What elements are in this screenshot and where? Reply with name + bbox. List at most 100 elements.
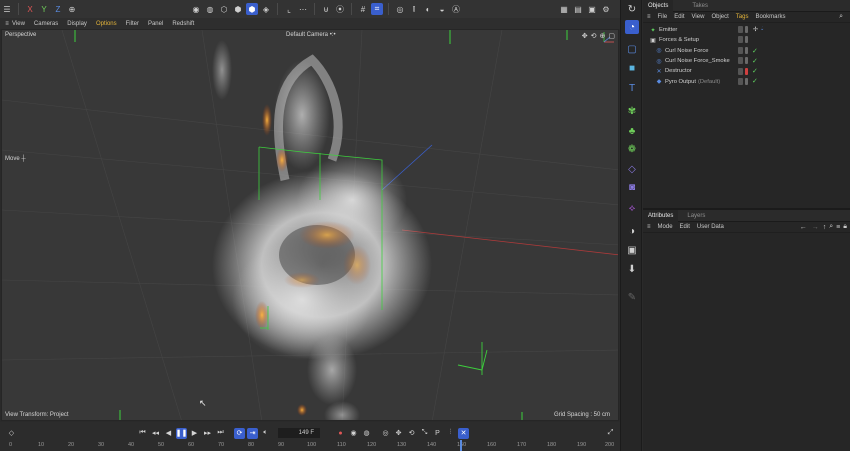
- next-key-button[interactable]: ▸▸: [202, 428, 213, 439]
- maximize-view-icon[interactable]: ▢: [608, 32, 615, 40]
- zoom-icon[interactable]: ⊕: [600, 32, 606, 40]
- 3d-viewport[interactable]: Perspective Default Camera •:• ✥ ⟲ ⊕ ▢ M…: [1, 29, 619, 421]
- workplane-icon[interactable]: ◎: [394, 3, 406, 15]
- render-flag[interactable]: [745, 77, 748, 85]
- render-flag[interactable]: [745, 67, 748, 75]
- snap-icon[interactable]: ⌗: [371, 3, 383, 15]
- tag-icon[interactable]: ✢: [753, 26, 758, 33]
- autokey-button[interactable]: ◉: [348, 428, 359, 439]
- objects-menu-icon[interactable]: ≡: [647, 14, 651, 20]
- key-position-icon[interactable]: ✥: [393, 428, 404, 439]
- objects-menu-bookmarks[interactable]: Bookmarks: [755, 14, 785, 20]
- key-selection-button[interactable]: ◍: [361, 428, 372, 439]
- key-rotation-icon[interactable]: ⟲: [406, 428, 417, 439]
- menu-cameras[interactable]: Cameras: [34, 21, 58, 27]
- quantize-icon[interactable]: ◐: [422, 3, 434, 15]
- symmetry-icon[interactable]: ⫾: [408, 3, 420, 15]
- key-parameter-icon[interactable]: P: [432, 428, 443, 439]
- attributes-menu-user-data[interactable]: User Data: [697, 224, 724, 230]
- generator-icon[interactable]: ✾: [625, 104, 639, 118]
- go-to-start-button[interactable]: ⏮: [137, 428, 148, 439]
- pyro-tag-icon[interactable]: 💧︎: [761, 26, 763, 33]
- attributes-menu-icon[interactable]: ≡: [647, 224, 651, 230]
- model-mode-icon[interactable]: ◉: [190, 3, 202, 15]
- previous-frame-button[interactable]: ◀: [163, 428, 174, 439]
- redshift-icon[interactable]: Ⓐ: [450, 3, 462, 15]
- visibility-flag[interactable]: [738, 47, 743, 55]
- objects-menu-edit[interactable]: Edit: [674, 14, 684, 20]
- visibility-flag[interactable]: [738, 36, 743, 44]
- render-picture-viewer-icon[interactable]: ▣: [586, 3, 598, 15]
- x-axis-lock-button[interactable]: X: [24, 3, 36, 15]
- pen-tool-icon[interactable]: ✎: [625, 290, 639, 304]
- z-axis-lock-button[interactable]: Z: [52, 3, 64, 15]
- soft-selection-icon[interactable]: ⦿: [334, 3, 346, 15]
- viewport-menu-icon[interactable]: ≡: [3, 20, 11, 28]
- simulation-icon[interactable]: ⟡: [625, 201, 639, 215]
- text-spline-icon[interactable]: T: [625, 81, 639, 95]
- object-row-curl-noise-force-smoke[interactable]: ◎ Curl Noise Force_Smoke ✓: [643, 56, 850, 66]
- menu-options[interactable]: Options: [96, 21, 117, 27]
- tab-objects[interactable]: Objects: [643, 0, 674, 12]
- y-axis-lock-button[interactable]: Y: [38, 3, 50, 15]
- light-icon[interactable]: ⬇: [625, 262, 639, 276]
- cube-icon[interactable]: ▢: [625, 42, 639, 56]
- uv-mode-icon[interactable]: ◈: [260, 3, 272, 15]
- visibility-flag[interactable]: [738, 26, 743, 33]
- current-frame-field[interactable]: 149 F: [278, 428, 320, 438]
- volume-icon[interactable]: ❁: [625, 142, 639, 156]
- undo-icon[interactable]: ↻: [625, 2, 639, 16]
- pan-icon[interactable]: ✥: [582, 32, 588, 40]
- render-active-icon[interactable]: ▤: [572, 3, 584, 15]
- edges-mode-icon[interactable]: ⬢: [232, 3, 244, 15]
- world-space-icon[interactable]: ⊕: [66, 3, 78, 15]
- object-row-pyro-output[interactable]: ◆ Pyro Output (Default) ✓: [643, 76, 850, 86]
- enabled-check-icon[interactable]: ✓: [752, 57, 758, 65]
- key-scale-icon[interactable]: ⤡: [419, 428, 430, 439]
- field-icon[interactable]: ◙: [625, 180, 639, 194]
- render-flag[interactable]: [745, 26, 748, 33]
- loop-button[interactable]: ⟳: [234, 427, 245, 439]
- render-flag[interactable]: [745, 36, 748, 44]
- objects-menu-view[interactable]: View: [692, 14, 705, 20]
- attributes-menu-mode[interactable]: Mode: [658, 224, 673, 230]
- polygons-mode-icon[interactable]: ⬢: [246, 3, 258, 15]
- previous-key-button[interactable]: ◂◂: [150, 428, 161, 439]
- key-pla-icon[interactable]: ⫶: [445, 428, 456, 439]
- fcurve-icon[interactable]: ⤢: [605, 428, 616, 439]
- attributes-menu-edit[interactable]: Edit: [680, 224, 690, 230]
- enabled-check-icon[interactable]: ✓: [752, 77, 758, 85]
- render-settings-icon[interactable]: ⚙: [600, 3, 612, 15]
- object-row-curl-noise-force[interactable]: ◎ Curl Noise Force ✓: [643, 46, 850, 56]
- object-row-forces-setup[interactable]: ▣ Forces & Setup: [643, 35, 850, 45]
- go-to-end-button[interactable]: ⏭: [215, 428, 226, 439]
- interactive-render-icon[interactable]: ◒: [436, 3, 448, 15]
- enabled-check-icon[interactable]: ✓: [752, 47, 758, 55]
- menu-panel[interactable]: Panel: [148, 21, 163, 27]
- tab-takes[interactable]: Takes: [687, 0, 713, 12]
- visibility-flag[interactable]: [738, 67, 743, 75]
- timeline-ruler[interactable]: 0 10 20 30 40 50 60 70 80 90 100 110 120…: [0, 440, 620, 451]
- menu-view[interactable]: View: [12, 21, 25, 27]
- keyframe-icon[interactable]: ◎: [380, 428, 391, 439]
- back-arrow-icon[interactable]: ←: [800, 224, 807, 231]
- visibility-flag[interactable]: [738, 77, 743, 85]
- menu-icon[interactable]: ☰: [1, 3, 13, 15]
- tab-layers[interactable]: Layers: [682, 210, 710, 222]
- interpolation-icon[interactable]: ✕: [458, 427, 469, 439]
- objects-menu-object[interactable]: Object: [711, 14, 728, 20]
- pause-button[interactable]: ❚❚: [176, 427, 187, 439]
- next-frame-button[interactable]: ▶: [189, 428, 200, 439]
- object-row-emitter[interactable]: ✦ Emitter ✢ 💧︎: [643, 25, 850, 35]
- keyframe-diamond-icon[interactable]: ◇: [6, 428, 17, 439]
- filter-icon[interactable]: ≡: [836, 224, 840, 231]
- axis-mode-icon[interactable]: ⌞: [283, 3, 295, 15]
- orbit-icon[interactable]: ⟲: [591, 32, 597, 40]
- up-arrow-icon[interactable]: ↑: [823, 224, 827, 231]
- object-mode-icon[interactable]: ◍: [204, 3, 216, 15]
- points-mode-icon[interactable]: ⬡: [218, 3, 230, 15]
- viewport-camera-label[interactable]: Default Camera •:•: [286, 32, 336, 38]
- audio-icon[interactable]: 🔈︎: [260, 428, 271, 439]
- render-flag[interactable]: [745, 47, 748, 55]
- live-selection-icon[interactable]: ◔: [625, 20, 639, 34]
